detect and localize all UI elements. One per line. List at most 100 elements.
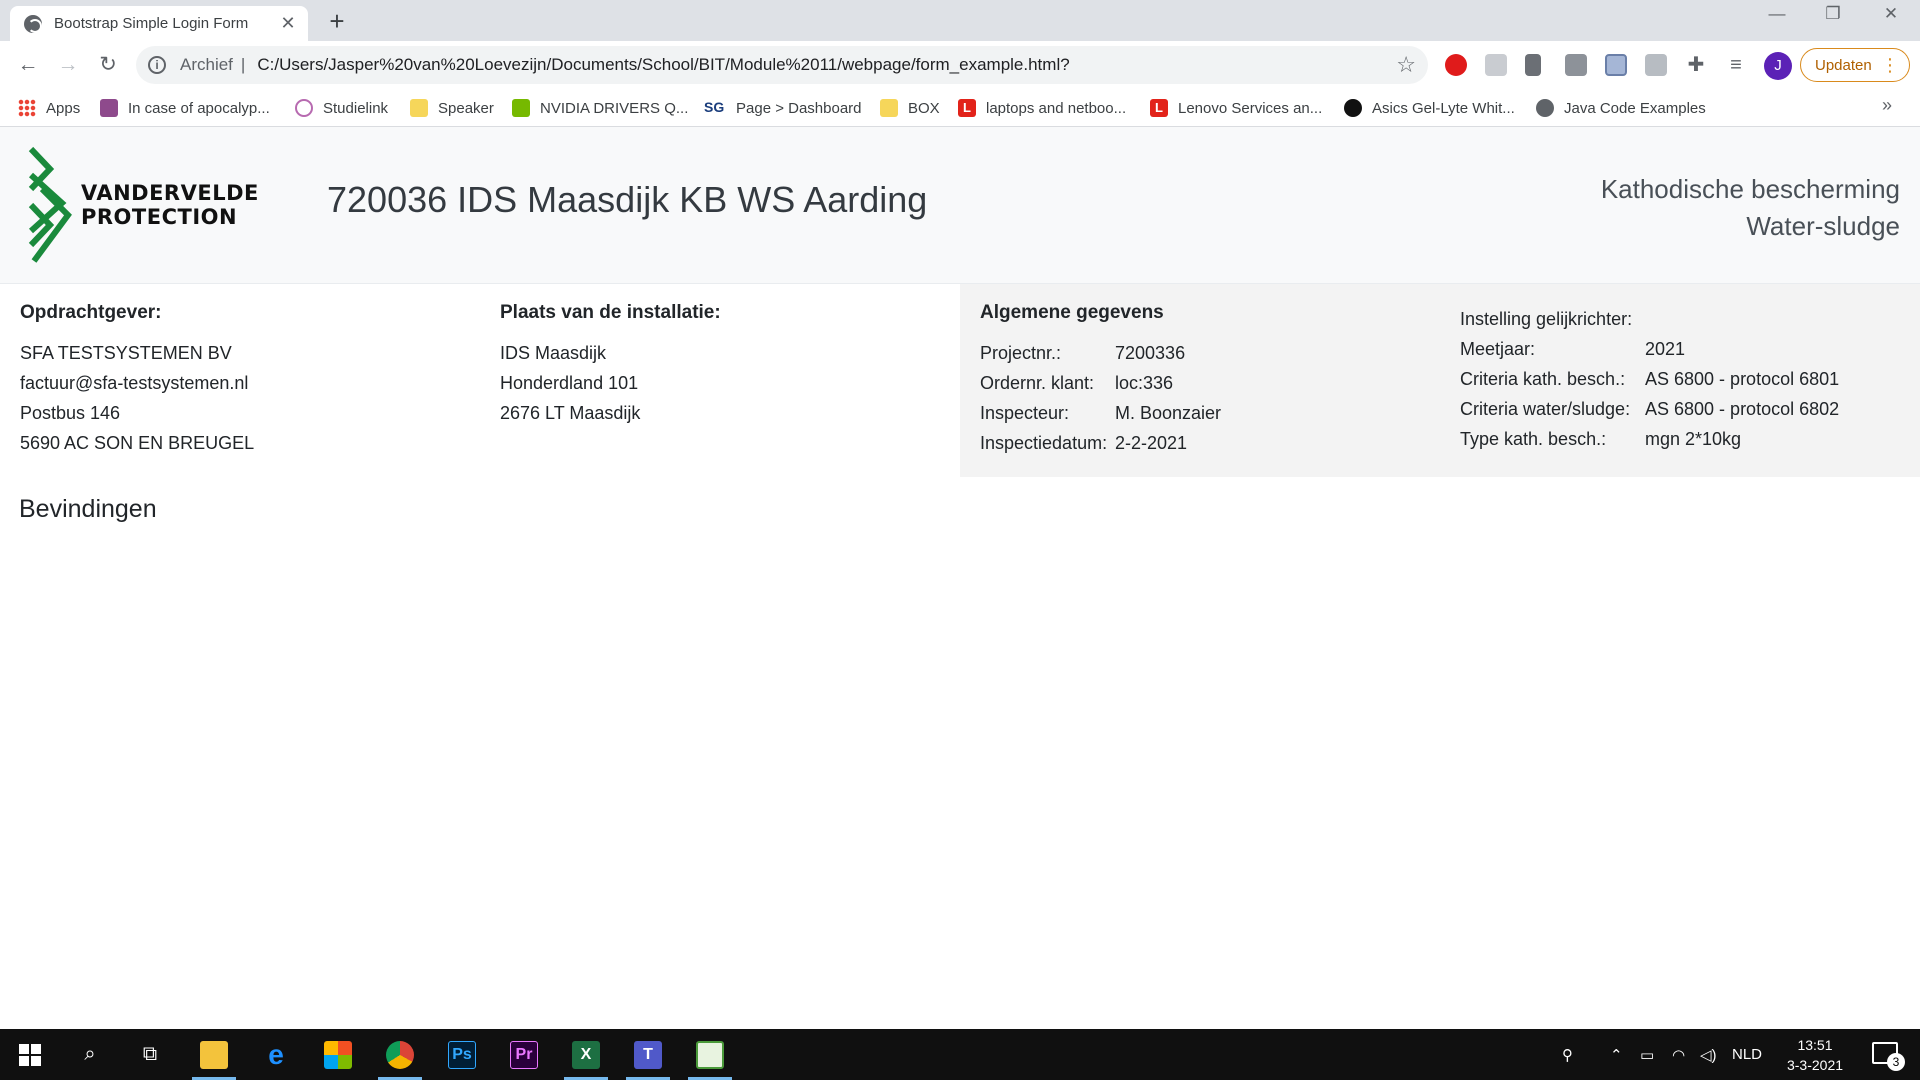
lenovo-icon: L [958, 99, 976, 117]
bookmark-nvidia[interactable]: NVIDIA DRIVERS Q... [512, 89, 688, 127]
language-indicator[interactable]: NLD [1732, 1029, 1762, 1080]
general-label: Ordernr. klant: [980, 373, 1095, 393]
taskbar-store[interactable] [312, 1029, 364, 1080]
opera-extension-icon[interactable] [1445, 54, 1467, 76]
bookmark-label: laptops and netboo... [986, 99, 1127, 117]
windows-taskbar: ⌕ ⧉ e Ps Pr X T ⚲ ⌃ ▭ ◠ ◁) NLD 13:51 3-3… [0, 1029, 1920, 1080]
browser-tab[interactable]: Bootstrap Simple Login Form ✕ [10, 6, 308, 41]
back-icon[interactable]: ← [12, 49, 44, 81]
subtitle-line-1: Kathodische bescherming [1600, 174, 1900, 204]
media-queue-icon[interactable]: ≡ [1725, 54, 1747, 76]
new-tab-button[interactable]: + [322, 6, 352, 37]
bookmark-speaker[interactable]: Speaker [410, 89, 494, 127]
reload-icon[interactable]: ↻ [92, 49, 124, 81]
settings-column: Instelling gelijkrichter: Meetjaar: 2021… [1460, 304, 1839, 454]
bookmarks-bar: Apps In case of apocalyp... Studielink S… [0, 89, 1920, 127]
taskbar-chrome[interactable] [374, 1029, 426, 1080]
settings-row: Criteria kath. besch.: AS 6800 - protoco… [1460, 364, 1839, 394]
address-bar[interactable]: i Archief | C:/Users/Jasper%20van%20Loev… [136, 46, 1428, 84]
url-text[interactable]: C:/Users/Jasper%20van%20Loevezijn/Docume… [257, 55, 1396, 75]
settings-label: Criteria kath. besch.: [1460, 369, 1626, 389]
people-icon[interactable]: ⚲ [1562, 1029, 1573, 1080]
general-value: 2-2-2021 [1115, 433, 1188, 453]
web-page: VANDERVELDE PROTECTION 720036 IDS Maasdi… [0, 127, 1920, 1029]
taskbar-photoshop[interactable]: Ps [436, 1029, 488, 1080]
taskbar-sheet-app[interactable] [684, 1029, 736, 1080]
general-value: loc:336 [1115, 373, 1174, 393]
update-button[interactable]: Updaten ⋮ [1800, 48, 1910, 82]
shield-extension-icon[interactable] [1605, 54, 1627, 76]
taskbar-file-explorer[interactable] [188, 1029, 240, 1080]
k-extension-icon[interactable] [1645, 54, 1667, 76]
taskbar-edge[interactable]: e [250, 1029, 302, 1080]
bookmark-star-icon[interactable]: ☆ [1396, 52, 1416, 78]
bookmark-asics[interactable]: Asics Gel-Lyte Whit... [1344, 89, 1515, 127]
layers-extension-icon[interactable] [1485, 54, 1507, 76]
taskbar-premiere[interactable]: Pr [498, 1029, 550, 1080]
taskbar-teams[interactable]: T [622, 1029, 674, 1080]
close-tab-icon[interactable]: ✕ [276, 13, 300, 34]
browser-toolbar: ← → ↻ i Archief | C:/Users/Jasper%20van%… [0, 41, 1920, 89]
more-bookmarks-icon[interactable]: » [1882, 95, 1892, 116]
location-line: IDS Maasdijk [500, 343, 607, 363]
bookmark-label: In case of apocalyp... [128, 99, 270, 117]
notification-count: 3 [1887, 1053, 1905, 1071]
volume-icon[interactable]: ◁) [1700, 1029, 1717, 1080]
bookmark-label: Asics Gel-Lyte Whit... [1372, 99, 1515, 117]
asics-icon [1344, 99, 1362, 117]
wifi-icon[interactable]: ◠ [1672, 1029, 1685, 1080]
spreadsheet-icon [696, 1040, 724, 1069]
forward-icon[interactable]: → [52, 49, 84, 81]
bookmark-java-code[interactable]: Java Code Examples [1536, 89, 1706, 127]
profile-avatar[interactable]: J [1764, 52, 1792, 80]
location-column: Plaats van de installatie: IDS Maasdijk … [500, 302, 721, 428]
screencast-extension-icon[interactable] [1565, 54, 1587, 76]
globe-icon [1536, 99, 1554, 117]
url-separator: | [240, 55, 246, 74]
bookmark-laptops[interactable]: L laptops and netboo... [958, 89, 1126, 127]
settings-value: mgn 2*10kg [1645, 429, 1742, 449]
clock-time: 13:51 [1797, 1037, 1833, 1053]
notification-center-icon[interactable]: 3 [1872, 1042, 1905, 1071]
location-heading: Plaats van de installatie: [500, 302, 721, 323]
settings-row: Type kath. besch.: mgn 2*10kg [1460, 424, 1839, 454]
task-view-icon[interactable]: ⧉ [124, 1029, 176, 1080]
system-clock[interactable]: 13:51 3-3-2021 [1770, 1035, 1860, 1075]
clock-date: 3-3-2021 [1786, 1057, 1844, 1073]
barcode-extension-icon[interactable] [1525, 54, 1541, 76]
bookmark-label: Lenovo Services an... [1178, 99, 1323, 117]
client-line: SFA TESTSYSTEMEN BV [20, 343, 232, 363]
settings-heading: Instelling gelijkrichter: [1460, 309, 1633, 329]
sg-icon: SG [704, 99, 725, 115]
bookmark-label: NVIDIA DRIVERS Q... [540, 99, 689, 117]
edge-icon: e [268, 1038, 284, 1070]
info-icon[interactable]: i [148, 56, 166, 74]
battery-icon[interactable]: ▭ [1640, 1029, 1654, 1080]
start-button[interactable] [4, 1029, 56, 1080]
taskbar-excel[interactable]: X [560, 1029, 612, 1080]
general-label: Inspectiedatum: [980, 433, 1108, 453]
location-line: Honderdland 101 [500, 373, 639, 393]
tray-chevron-up-icon[interactable]: ⌃ [1610, 1029, 1623, 1080]
findings-heading: Bevindingen [19, 495, 157, 523]
close-window-icon[interactable]: ✕ [1868, 4, 1914, 24]
minimize-icon[interactable]: — [1754, 4, 1800, 24]
bookmark-apps[interactable]: Apps [18, 89, 80, 127]
general-row: Ordernr. klant: loc:336 [980, 368, 1221, 398]
bookmark-dashboard[interactable]: SG Page > Dashboard [704, 89, 862, 127]
settings-label: Criteria water/sludge: [1460, 399, 1631, 419]
bookmark-label: BOX [908, 99, 940, 117]
bookmark-label: Studielink [323, 99, 389, 117]
settings-value: 2021 [1645, 339, 1686, 359]
bookmark-lenovo-services[interactable]: L Lenovo Services an... [1150, 89, 1322, 127]
restore-icon[interactable]: ❐ [1810, 4, 1856, 24]
bookmark-studielink[interactable]: Studielink [295, 89, 388, 127]
bookmark-apocalypse[interactable]: In case of apocalyp... [100, 89, 270, 127]
search-icon[interactable]: ⌕ [64, 1029, 116, 1080]
bookmark-favicon-icon [100, 99, 118, 117]
settings-label: Meetjaar: [1460, 339, 1536, 359]
client-line: factuur@sfa-testsystemen.nl [20, 373, 249, 393]
update-label: Updaten [1815, 56, 1872, 74]
bookmark-box[interactable]: BOX [880, 89, 940, 127]
extensions-puzzle-icon[interactable]: ✚ [1685, 54, 1707, 76]
